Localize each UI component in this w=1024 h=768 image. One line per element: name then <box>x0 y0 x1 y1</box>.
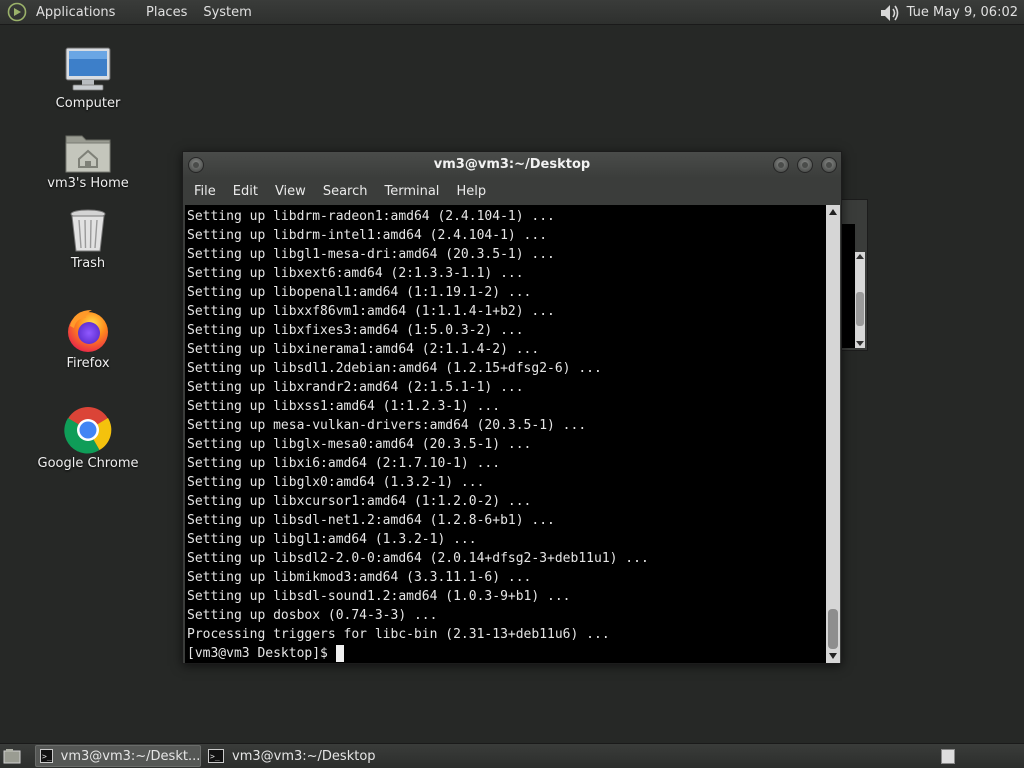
terminal-line: Setting up libxfixes3:amd64 (1:5.0.3-2) … <box>187 323 524 338</box>
terminal-line: Setting up libxi6:amd64 (2:1.7.10-1) ... <box>187 456 501 471</box>
show-desktop-icon[interactable] <box>2 747 22 765</box>
window-title: vm3@vm3:~/Desktop <box>433 157 591 172</box>
terminal-titlebar[interactable]: vm3@vm3:~/Desktop <box>183 152 841 178</box>
trash-icon <box>63 204 113 254</box>
scroll-down-arrow-icon[interactable] <box>856 341 864 346</box>
computer-icon <box>63 44 113 94</box>
terminal-output[interactable]: Setting up libdrm-radeon1:amd64 (2.4.104… <box>185 205 827 663</box>
terminal-scrollbar[interactable] <box>826 205 840 663</box>
terminal-line: Processing triggers for libc-bin (2.31-1… <box>187 627 610 642</box>
terminal-line: Setting up libopenal1:amd64 (1:1.19.1-2)… <box>187 285 532 300</box>
scrollbar-thumb[interactable] <box>828 609 838 649</box>
desktop-icon-computer[interactable]: Computer <box>28 44 148 111</box>
background-terminal-window[interactable] <box>838 199 868 351</box>
desktop-icon-chrome[interactable]: Google Chrome <box>28 404 148 471</box>
speaker-icon[interactable] <box>877 2 903 24</box>
terminal-icon: >_ <box>40 749 53 763</box>
terminal-line: Setting up libxss1:amd64 (1:1.2.3-1) ... <box>187 399 501 414</box>
terminal-line: Setting up mesa-vulkan-drivers:amd64 (20… <box>187 418 587 433</box>
top-panel: Applications Places System Tue May 9, 06… <box>0 0 1024 25</box>
terminal-line: Setting up libgl1-mesa-dri:amd64 (20.3.5… <box>187 247 555 262</box>
scrollbar-thumb[interactable] <box>856 292 864 326</box>
terminal-line: Setting up libxrandr2:amd64 (2:1.5.1-1) … <box>187 380 524 395</box>
menu-help[interactable]: Help <box>447 184 494 199</box>
distro-logo-icon[interactable] <box>6 1 28 23</box>
terminal-line: Setting up libsdl-net1.2:amd64 (1.2.8-6+… <box>187 513 555 528</box>
system-menu[interactable]: System <box>195 5 259 20</box>
scroll-up-arrow-icon[interactable] <box>829 209 837 215</box>
terminal-line: Setting up libxext6:amd64 (2:1.3.3-1.1) … <box>187 266 524 281</box>
menu-file[interactable]: File <box>185 184 224 199</box>
terminal-menubar: File Edit View Search Terminal Help <box>183 178 841 205</box>
menu-edit[interactable]: Edit <box>224 184 266 199</box>
close-button[interactable] <box>821 157 837 173</box>
terminal-prompt-line[interactable]: [vm3@vm3 Desktop]$ <box>187 644 827 663</box>
terminal-line: Setting up dosbox (0.74-3-3) ... <box>187 608 438 623</box>
clock[interactable]: Tue May 9, 06:02 <box>907 5 1024 20</box>
terminal-line: Setting up libsdl2-2.0-0:amd64 (2.0.14+d… <box>187 551 649 566</box>
home-folder-icon <box>63 124 113 174</box>
terminal-line: Setting up libgl1:amd64 (1.3.2-1) ... <box>187 532 477 547</box>
terminal-line: Setting up libglx0:amd64 (1.3.2-1) ... <box>187 475 485 490</box>
menu-terminal[interactable]: Terminal <box>375 184 447 199</box>
maximize-button[interactable] <box>797 157 813 173</box>
workspace-switcher[interactable] <box>941 749 955 764</box>
applications-menu[interactable]: Applications <box>32 5 138 20</box>
minimize-button[interactable] <box>773 157 789 173</box>
places-menu[interactable]: Places <box>138 5 195 20</box>
text-cursor <box>335 645 344 662</box>
terminal-line: Setting up libsdl-sound1.2:amd64 (1.0.3-… <box>187 589 571 604</box>
taskbar-item-terminal-1[interactable]: >_ vm3@vm3:~/Deskt... <box>35 745 201 767</box>
menu-view[interactable]: View <box>266 184 314 199</box>
desktop-icon-home[interactable]: vm3's Home <box>28 124 148 191</box>
terminal-window: vm3@vm3:~/Desktop File Edit View Search … <box>182 151 842 664</box>
shell-prompt: [vm3@vm3 Desktop]$ <box>187 646 328 661</box>
terminal-line: Setting up libxxf86vm1:amd64 (1:1.1.4-1+… <box>187 304 555 319</box>
scroll-down-arrow-icon[interactable] <box>829 653 837 659</box>
bottom-panel: >_ vm3@vm3:~/Deskt... >_ vm3@vm3:~/Deskt… <box>0 743 1024 768</box>
desktop-icon-trash[interactable]: Trash <box>28 204 148 271</box>
terminal-line: Setting up libsdl1.2debian:amd64 (1.2.15… <box>187 361 602 376</box>
terminal-icon: >_ <box>208 749 224 763</box>
terminal-line: Setting up libdrm-intel1:amd64 (2.4.104-… <box>187 228 548 243</box>
chrome-icon <box>63 404 113 454</box>
scroll-up-arrow-icon[interactable] <box>856 254 864 259</box>
terminal-line: Setting up libglx-mesa0:amd64 (20.3.5-1)… <box>187 437 532 452</box>
menu-search[interactable]: Search <box>314 184 376 199</box>
terminal-line: Setting up libmikmod3:amd64 (3.3.11.1-6)… <box>187 570 532 585</box>
desktop-icon-firefox[interactable]: Firefox <box>28 304 148 371</box>
taskbar-item-terminal-2[interactable]: >_ vm3@vm3:~/Desktop <box>204 745 394 767</box>
terminal-line: Setting up libxinerama1:amd64 (2:1.1.4-2… <box>187 342 540 357</box>
background-terminal-scrollbar[interactable] <box>855 252 865 348</box>
terminal-line: Setting up libdrm-radeon1:amd64 (2.4.104… <box>187 209 555 224</box>
background-terminal-body <box>841 224 855 348</box>
firefox-icon <box>63 304 113 354</box>
terminal-line: Setting up libxcursor1:amd64 (1:1.2.0-2)… <box>187 494 532 509</box>
